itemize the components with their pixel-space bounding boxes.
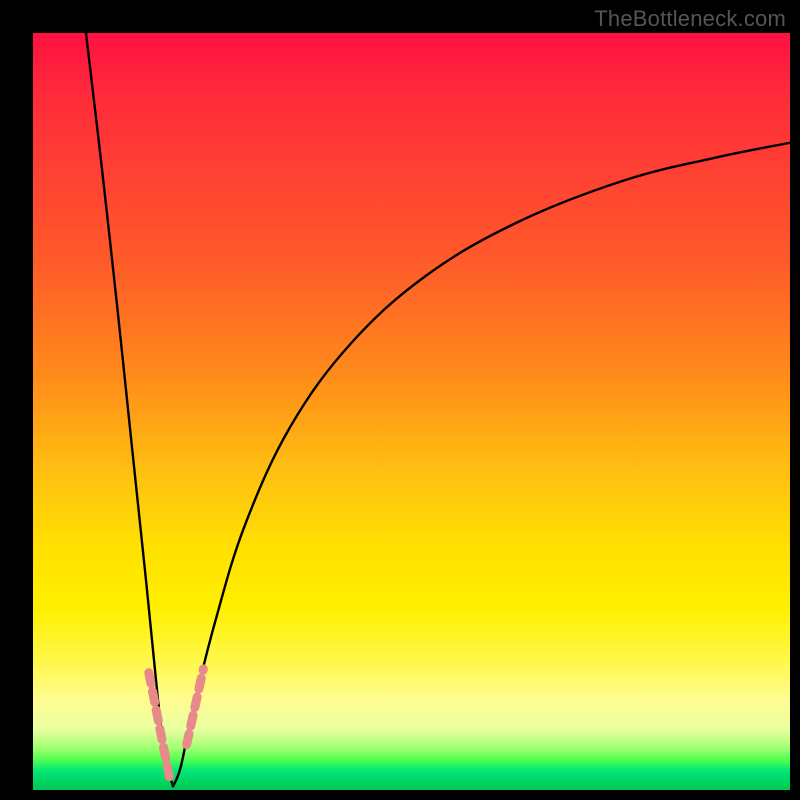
- plot-area: [33, 33, 790, 790]
- chart-frame: TheBottleneck.com: [0, 0, 800, 800]
- curve-right-branch: [173, 143, 790, 786]
- highlight-left: [149, 673, 171, 784]
- highlight-right: [187, 669, 204, 745]
- watermark-text: TheBottleneck.com: [594, 6, 786, 32]
- curve-layer: [33, 33, 790, 790]
- curve-left-branch: [86, 33, 173, 786]
